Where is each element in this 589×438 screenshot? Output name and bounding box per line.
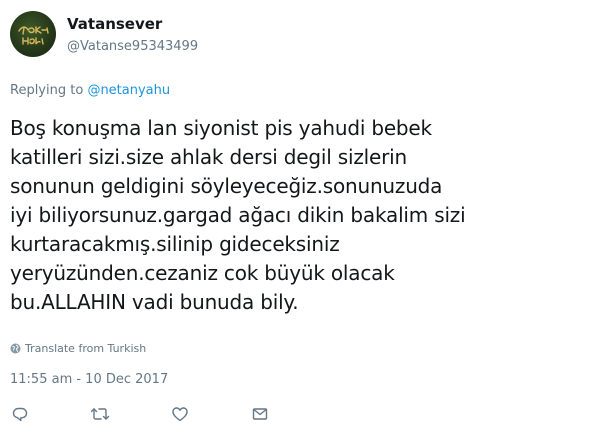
reply-button[interactable]	[8, 402, 32, 426]
reply-icon	[12, 407, 28, 422]
globe-icon	[10, 343, 21, 354]
tweet-text-line: katilleri sizi.size ahlak dersi degil si…	[10, 145, 407, 169]
translate-label: Translate from Turkish	[25, 342, 147, 355]
retweet-icon	[90, 408, 110, 420]
user-handle[interactable]: @Vatanse95343499	[67, 39, 198, 54]
like-button[interactable]	[168, 402, 192, 426]
avatar-calligraphy-icon	[18, 26, 49, 45]
retweet-button[interactable]	[88, 402, 112, 426]
tweet-text-line: sonunun geldigini söyleyeceğiz.sonunuzud…	[10, 174, 443, 198]
envelope-icon	[252, 408, 268, 420]
replying-to: Replying to @netanyahu	[10, 83, 170, 98]
avatar[interactable]	[10, 11, 56, 57]
tweet-text: Boş konuşma lan siyonist pis yahudi bebe…	[10, 114, 570, 317]
heart-icon	[172, 407, 188, 422]
tweet-card: Vatansever @Vatanse95343499 Replying to …	[0, 0, 589, 438]
tweet-timestamp[interactable]: 11:55 am - 10 Dec 2017	[10, 372, 168, 387]
replying-to-label: Replying to	[10, 83, 84, 98]
tweet-text-line: iyi biliyorsunuz.gargad ağacı dikin baka…	[10, 203, 466, 227]
tweet-actions	[0, 402, 589, 426]
tweet-text-line: Boş konuşma lan siyonist pis yahudi bebe…	[10, 116, 432, 140]
direct-message-button[interactable]	[248, 402, 272, 426]
tweet-text-line: kurtaracakmış.silinip gideceksiniz	[10, 232, 340, 256]
translate-link[interactable]: Translate from Turkish	[10, 342, 146, 355]
tweet-text-line: bu.ALLAHIN vadi bunuda bily.	[10, 290, 299, 314]
mention-link[interactable]: @netanyahu	[87, 83, 170, 98]
display-name[interactable]: Vatansever	[67, 15, 162, 33]
tweet-text-line: yeryüzünden.cezaniz cok büyük olacak	[10, 261, 395, 285]
